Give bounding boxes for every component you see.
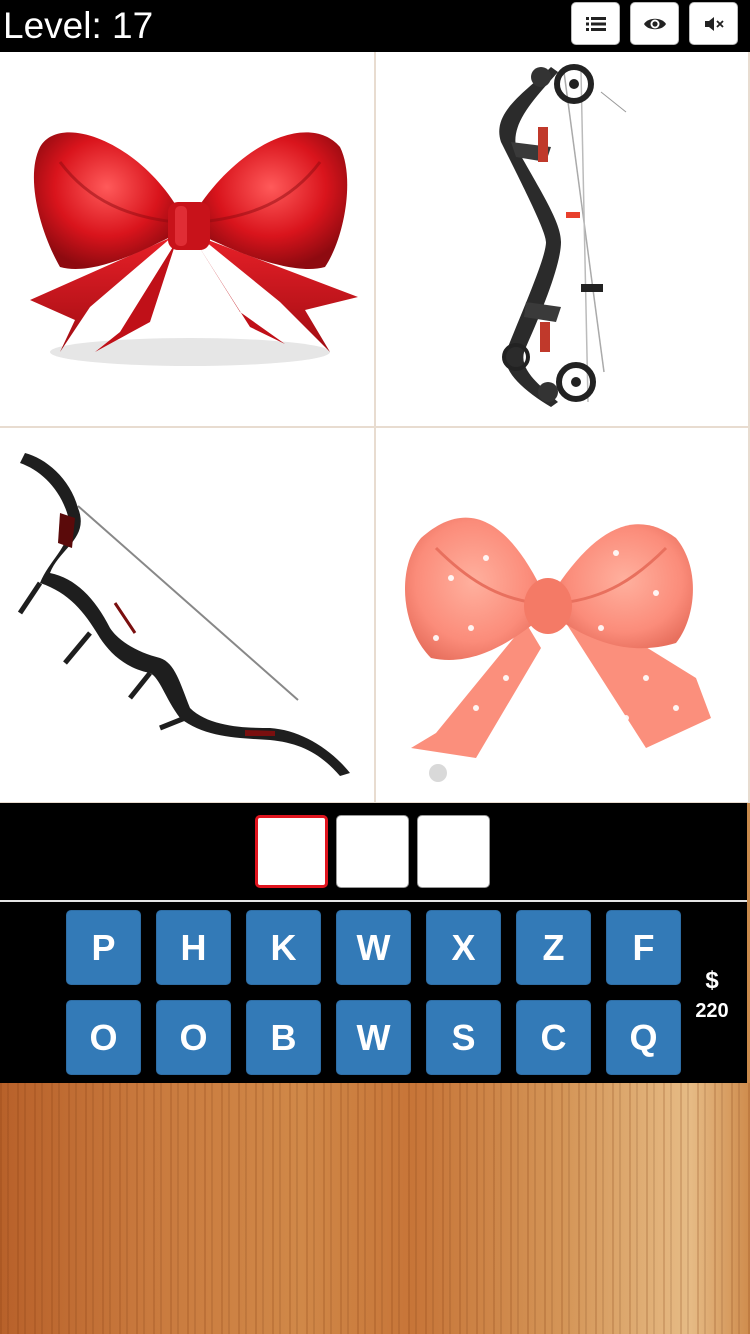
letter-key[interactable]: Q (606, 1000, 681, 1075)
letter-key[interactable]: K (246, 910, 321, 985)
letter-key[interactable]: B (246, 1000, 321, 1075)
reveal-hint-button[interactable] (630, 2, 679, 45)
eye-icon (643, 18, 666, 29)
letter-key[interactable]: S (426, 1000, 501, 1075)
letter-key[interactable]: X (426, 910, 501, 985)
top-bar: Level: 17 (0, 0, 750, 52)
letter-key[interactable]: O (156, 1000, 231, 1075)
letter-key[interactable]: F (606, 910, 681, 985)
letter-key[interactable]: C (516, 1000, 591, 1075)
recurve-bow-image[interactable] (0, 428, 374, 802)
compound-bow-image[interactable] (376, 52, 748, 426)
red-ribbon-bow-image[interactable] (0, 52, 374, 426)
wood-background (0, 1083, 750, 1334)
pink-hair-bow-image[interactable] (376, 428, 748, 802)
answer-slot[interactable] (417, 815, 490, 888)
letter-key[interactable]: P (66, 910, 141, 985)
currency-symbol: $ (705, 967, 719, 994)
mute-button[interactable] (689, 2, 738, 45)
level-label: Level: 17 (3, 5, 154, 46)
letter-key[interactable]: O (66, 1000, 141, 1075)
answer-slot[interactable] (336, 815, 409, 888)
letter-key[interactable]: W (336, 910, 411, 985)
answer-slot[interactable] (255, 815, 328, 888)
list-icon (585, 16, 606, 31)
picture-grid (0, 52, 750, 803)
mute-icon (704, 16, 724, 31)
letter-key[interactable]: H (156, 910, 231, 985)
letter-key[interactable]: W (336, 1000, 411, 1075)
letter-key[interactable]: Z (516, 910, 591, 985)
level-list-button[interactable] (571, 2, 620, 45)
coin-amount: 220 (695, 1000, 729, 1022)
coin-balance: $ 220 (690, 966, 734, 1026)
answer-bar (0, 803, 747, 900)
